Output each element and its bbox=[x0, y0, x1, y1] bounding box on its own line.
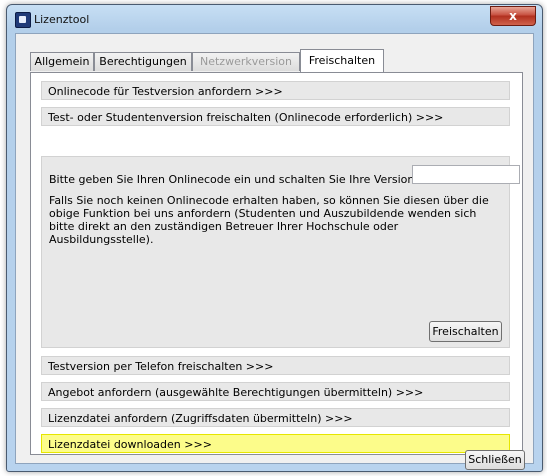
freischalten-panel: Onlinecode für Testversion anfordern >>>… bbox=[30, 72, 523, 455]
tab-netzwerkversion: Netzwerkversion bbox=[192, 52, 300, 71]
section-test-student-freischalten[interactable]: Test- oder Studentenversion freischalten… bbox=[41, 107, 510, 126]
tab-freischalten[interactable]: Freischalten bbox=[300, 49, 384, 72]
unlock-subpanel: Bitte geben Sie Ihren Onlinecode ein und… bbox=[41, 156, 520, 348]
app-icon bbox=[15, 12, 31, 28]
section-onlinecode-anfordern[interactable]: Onlinecode für Testversion anfordern >>> bbox=[41, 81, 510, 100]
onlinecode-prompt: Bitte geben Sie Ihren Onlinecode ein und… bbox=[49, 173, 436, 186]
onlinecode-info-text: Falls Sie noch keinen Onlinecode erhalte… bbox=[49, 194, 489, 246]
schliessen-button[interactable]: Schließen bbox=[465, 450, 525, 470]
section-angebot-anfordern[interactable]: Angebot anfordern (ausgewählte Berechtig… bbox=[41, 382, 510, 401]
lizenztool-window: Lizenztool x Allgemein Berechtigungen Ne… bbox=[6, 4, 543, 472]
client-area: Allgemein Berechtigungen Netzwerkversion… bbox=[15, 33, 534, 470]
section-telefon-freischalten[interactable]: Testversion per Telefon freischalten >>> bbox=[41, 356, 510, 375]
title-bar[interactable]: Lizenztool x bbox=[7, 5, 542, 33]
section-lizenzdatei-anfordern[interactable]: Lizenzdatei anfordern (Zugriffsdaten übe… bbox=[41, 408, 510, 427]
close-icon[interactable]: x bbox=[490, 6, 536, 26]
section-lizenzdatei-downloaden[interactable]: Lizenzdatei downloaden >>> bbox=[41, 434, 510, 453]
freischalten-button[interactable]: Freischalten bbox=[429, 321, 502, 342]
tab-berechtigungen[interactable]: Berechtigungen bbox=[94, 52, 192, 71]
onlinecode-input[interactable] bbox=[412, 165, 520, 184]
tab-allgemein[interactable]: Allgemein bbox=[30, 52, 94, 71]
window-title: Lizenztool bbox=[34, 13, 90, 26]
